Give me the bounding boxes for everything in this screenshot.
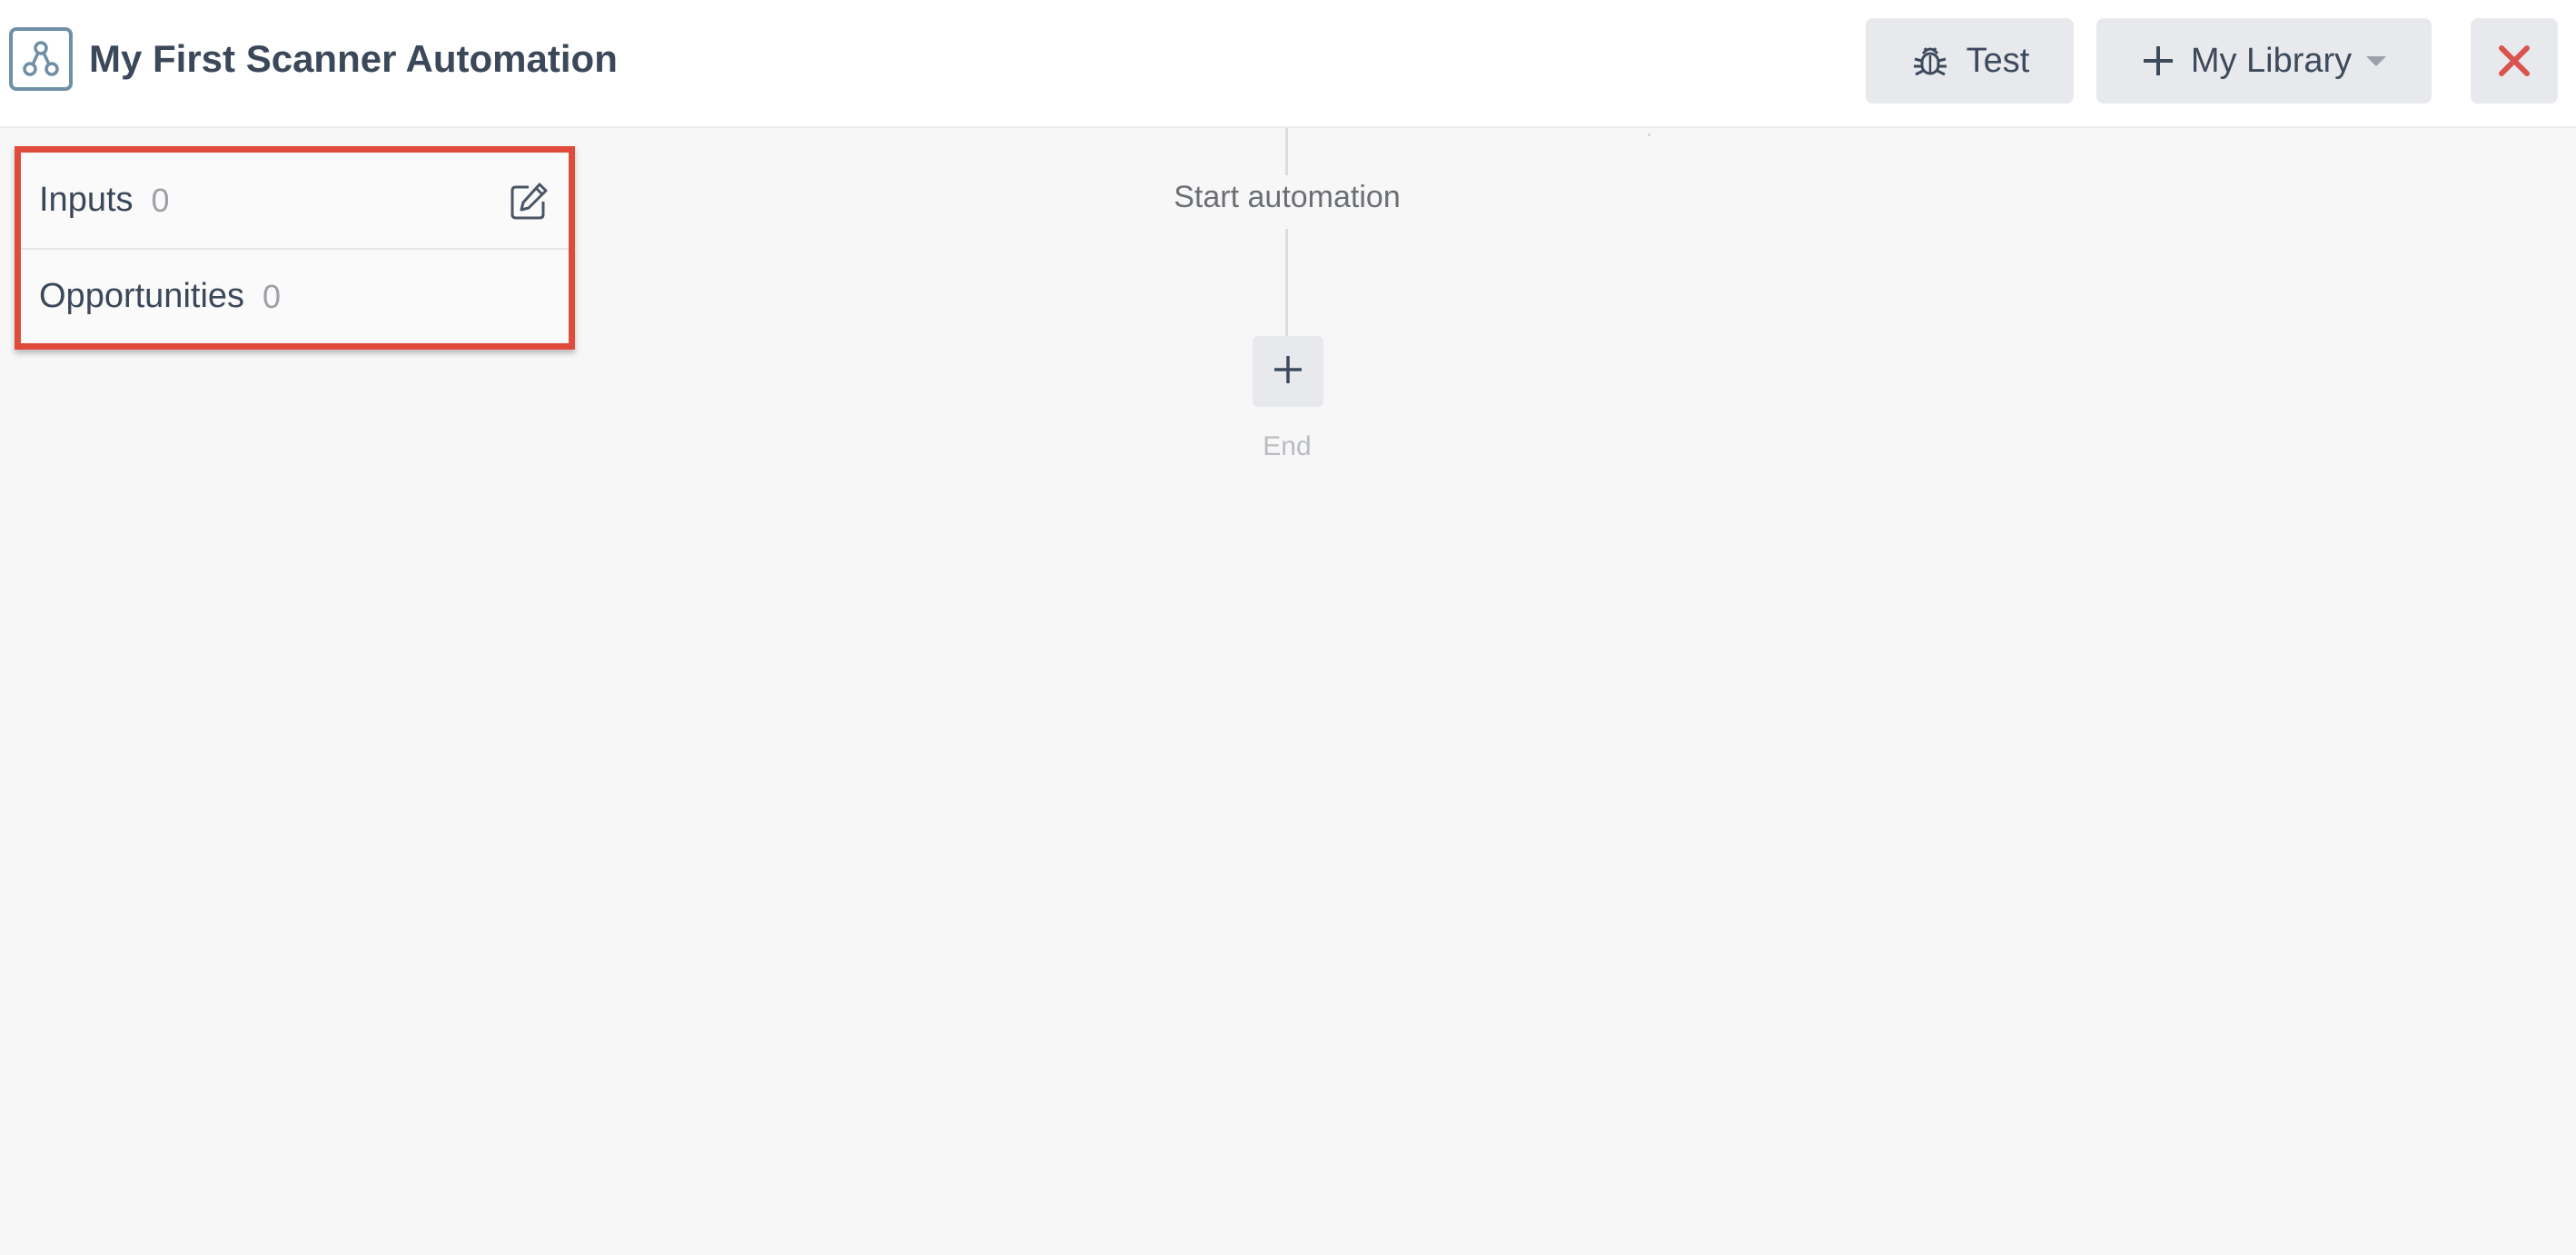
plus-icon (1273, 354, 1303, 390)
caret-down-icon (2366, 54, 2387, 67)
end-label: End (1263, 431, 1312, 461)
opportunities-row[interactable]: Opportunities 0 (21, 248, 569, 343)
inputs-row[interactable]: Inputs 0 (21, 153, 569, 248)
inputs-opportunities-panel: Inputs 0 Opportunities 0 (15, 146, 575, 350)
flow-connector-middle (1285, 229, 1288, 338)
add-step-button[interactable] (1253, 336, 1323, 407)
inputs-label: Inputs (39, 181, 134, 219)
my-library-button[interactable]: My Library (2096, 18, 2432, 104)
test-button[interactable]: Test (1866, 18, 2074, 104)
canvas-dot (1648, 133, 1650, 136)
my-library-button-label: My Library (2190, 41, 2353, 80)
flow-connector-top (1285, 128, 1288, 175)
inputs-count: 0 (151, 181, 170, 219)
close-button[interactable] (2471, 18, 2558, 104)
page-title: My First Scanner Automation (89, 37, 618, 80)
close-icon (2497, 44, 2531, 78)
test-button-label: Test (1966, 41, 2030, 80)
opportunities-count: 0 (263, 277, 282, 315)
edit-icon[interactable] (509, 182, 549, 222)
top-bar: My First Scanner Automation Test My Libr… (0, 0, 2576, 128)
bug-icon (1910, 41, 1950, 81)
workflow-nodes-icon (9, 27, 73, 91)
plus-icon (2142, 44, 2175, 77)
opportunities-label: Opportunities (39, 277, 245, 315)
start-automation-label: Start automation (1174, 180, 1401, 214)
